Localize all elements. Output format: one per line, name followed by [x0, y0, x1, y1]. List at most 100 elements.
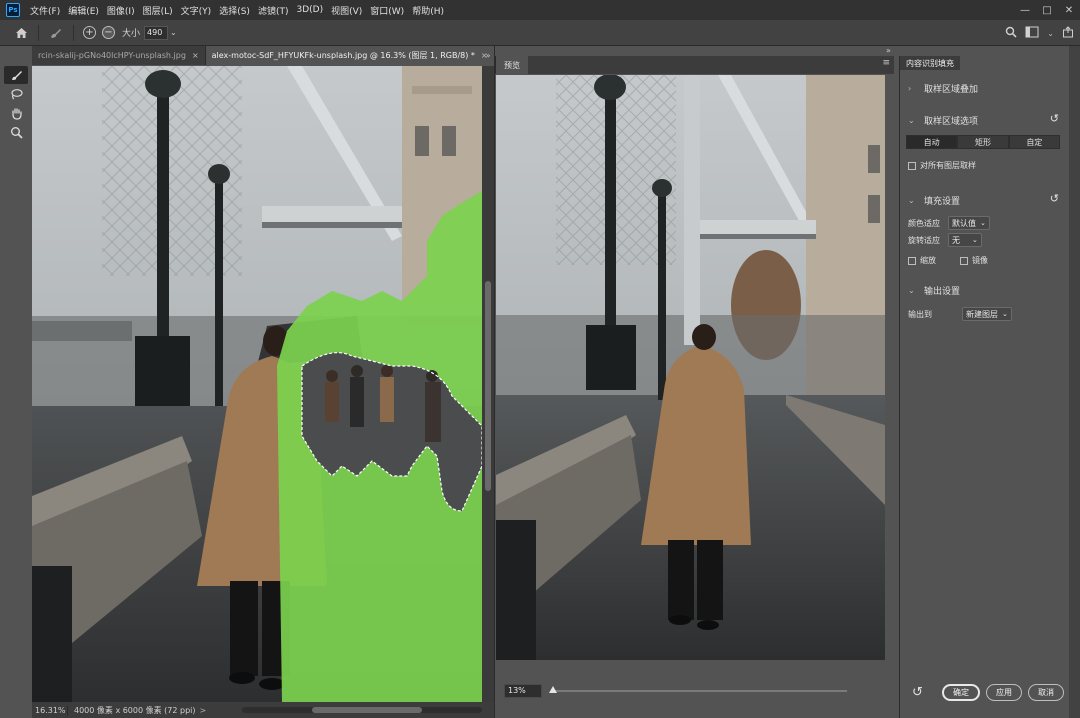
chevron-down-icon[interactable]: ⌄: [170, 28, 180, 37]
close-button[interactable]: ✕: [1058, 0, 1080, 20]
maximize-button[interactable]: □: [1036, 0, 1058, 20]
section-sampling-options[interactable]: ⌄ 取样区域选项: [908, 114, 1062, 127]
rotation-adaptation-value: 无: [952, 235, 960, 245]
lasso-icon[interactable]: [4, 85, 28, 103]
menu-file[interactable]: 文件(F): [26, 4, 64, 17]
brush-tool-preset-icon[interactable]: [45, 22, 67, 44]
preview-footer: 13%: [496, 680, 885, 702]
window-controls: — □ ✕: [1014, 0, 1080, 20]
canvas-horizontal-scrollbar[interactable]: [242, 707, 482, 713]
menu-edit[interactable]: 编辑(E): [64, 4, 103, 17]
canvas-vertical-scrollbar[interactable]: [482, 66, 494, 702]
menu-help[interactable]: 帮助(H): [408, 4, 448, 17]
section-label: 取样区域叠加: [924, 85, 979, 95]
section-sampling-overlay[interactable]: › 取样区域叠加: [908, 82, 978, 95]
chevron-down-icon: ⌄: [980, 219, 986, 227]
scale-checkbox[interactable]: [908, 256, 916, 265]
chevron-down-icon: ⌄: [908, 196, 915, 205]
brush-icon[interactable]: [4, 66, 28, 84]
menu-view[interactable]: 视图(V): [327, 4, 366, 17]
share-icon[interactable]: [1062, 25, 1074, 41]
mirror-checkbox[interactable]: [960, 256, 968, 265]
panel-tab[interactable]: 内容识别填充: [900, 56, 960, 70]
status-zoom[interactable]: 16.31%: [32, 705, 68, 715]
undo-icon[interactable]: ↺: [912, 685, 923, 700]
color-adaptation-value: 默认值: [952, 218, 976, 228]
panel-menu-icon[interactable]: ≡: [882, 58, 890, 68]
workspace-icon[interactable]: [1025, 26, 1039, 41]
separator: [73, 24, 74, 41]
panel-dock-edge: [1069, 46, 1080, 718]
apply-button[interactable]: 应用: [986, 684, 1022, 701]
size-label: 大小: [122, 29, 141, 39]
cancel-button[interactable]: 取消: [1028, 684, 1064, 701]
home-icon[interactable]: [10, 22, 32, 44]
search-icon[interactable]: [1005, 26, 1017, 41]
chevron-down-icon[interactable]: ⌄: [1047, 29, 1054, 38]
ok-button[interactable]: 确定: [942, 684, 980, 701]
section-fill-settings[interactable]: ⌄ 填充设置: [908, 194, 960, 207]
sampling-mode-rect[interactable]: 矩形: [957, 135, 1009, 149]
sampling-mode-custom[interactable]: 自定: [1008, 135, 1060, 149]
photoshop-logo: Ps: [6, 3, 20, 17]
preview-zoom-field[interactable]: 13%: [504, 684, 542, 698]
panel-button-row: ↺ 确定 应用 取消: [900, 682, 1070, 704]
section-label: 输出设置: [924, 287, 961, 297]
chevron-down-icon: ⌄: [1002, 310, 1008, 318]
options-right: ⌄: [1005, 20, 1074, 46]
collapse-panels-icon[interactable]: »: [886, 46, 898, 58]
chevron-right-icon: ›: [908, 84, 912, 93]
close-icon[interactable]: ×: [192, 51, 199, 60]
collapse-panels-icon[interactable]: »: [482, 46, 494, 65]
hand-icon[interactable]: [4, 104, 28, 122]
options-bar: + − 大小 490 ⌄ ⌄: [0, 20, 1080, 46]
menu-image[interactable]: 图像(I): [103, 4, 139, 17]
scale-label: 缩放: [920, 256, 936, 265]
reset-icon[interactable]: ↺: [1050, 112, 1059, 125]
rotation-adaptation-label: 旋转适应: [908, 235, 940, 245]
preview-zoom-slider[interactable]: [552, 690, 847, 692]
rotation-adaptation-dropdown[interactable]: 无 ⌄: [948, 233, 982, 247]
sampling-mode-auto[interactable]: 自动: [906, 135, 958, 149]
menu-3d[interactable]: 3D(D): [292, 5, 327, 15]
menu-type[interactable]: 文字(Y): [177, 4, 216, 17]
menu-bar: Ps 文件(F) 编辑(E) 图像(I) 图层(L) 文字(Y) 选择(S) 滤…: [0, 0, 1080, 20]
document-canvas[interactable]: [32, 66, 482, 702]
output-to-dropdown[interactable]: 新建图层 ⌄: [962, 307, 1012, 321]
preview-tab[interactable]: 预览: [496, 56, 528, 74]
subtract-from-selection-icon[interactable]: −: [102, 26, 115, 39]
separator: [38, 24, 39, 41]
scale-mirror-row: 缩放 镜像: [908, 255, 988, 266]
section-output-settings[interactable]: ⌄ 输出设置: [908, 284, 960, 297]
menu-select[interactable]: 选择(S): [215, 4, 254, 17]
content-aware-fill-panel: 内容识别填充 › 取样区域叠加 ⌄ 取样区域选项 ↺ 自动 矩形 自定 对所有图…: [899, 56, 1069, 718]
sample-all-layers-option[interactable]: 对所有图层取样: [908, 160, 976, 171]
preview-photo: [496, 75, 885, 660]
document-tab-bar: rcin-skalij-pGNo40lcHPY-unsplash.jpg × a…: [32, 46, 495, 65]
status-menu-arrow[interactable]: >: [196, 706, 211, 715]
section-label: 填充设置: [924, 197, 961, 207]
menu-layer[interactable]: 图层(L): [139, 4, 177, 17]
add-to-selection-icon[interactable]: +: [83, 26, 96, 39]
size-input[interactable]: 490: [144, 25, 169, 40]
rotation-adaptation-row: 旋转适应 无 ⌄: [908, 233, 982, 247]
output-to-label: 输出到: [908, 309, 932, 319]
menu-filter[interactable]: 滤镜(T): [254, 4, 293, 17]
document-tab[interactable]: rcin-skalij-pGNo40lcHPY-unsplash.jpg ×: [32, 46, 206, 65]
color-adaptation-dropdown[interactable]: 默认值 ⌄: [948, 216, 990, 230]
document-tab-label: rcin-skalij-pGNo40lcHPY-unsplash.jpg: [38, 51, 186, 60]
chevron-down-icon: ⌄: [908, 286, 915, 295]
minimize-button[interactable]: —: [1014, 0, 1036, 20]
scrollbar-thumb[interactable]: [312, 707, 422, 713]
mirror-label: 镜像: [972, 256, 988, 265]
reset-icon[interactable]: ↺: [1050, 192, 1059, 205]
menu-window[interactable]: 窗口(W): [366, 4, 408, 17]
scrollbar-thumb[interactable]: [485, 281, 491, 491]
zoom-icon[interactable]: [4, 123, 28, 141]
section-label: 取样区域选项: [924, 117, 979, 127]
sample-all-layers-checkbox[interactable]: [908, 161, 916, 170]
document-tab-active[interactable]: alex-motoc-SdF_HFYUKFk-unsplash.jpg @ 16…: [205, 46, 495, 65]
chevron-down-icon: ⌄: [908, 116, 915, 125]
canvas-photo: [32, 66, 482, 702]
preview-zoom-slider-handle[interactable]: [549, 686, 557, 693]
